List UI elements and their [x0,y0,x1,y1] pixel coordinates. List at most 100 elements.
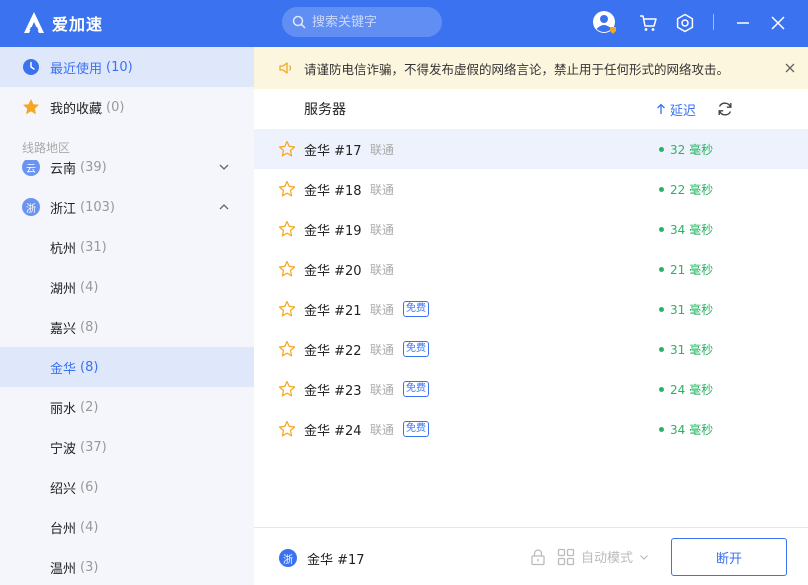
server-latency: 31 毫秒 [659,301,713,318]
status-dot [659,426,664,432]
latency-value: 21 毫秒 [670,262,714,277]
disconnect-button[interactable]: 断开 [671,538,787,576]
sidebar-item-label: 最近使用 [50,61,103,77]
clock-icon [23,59,39,75]
sort-by-latency-button[interactable]: 延迟 [656,100,696,119]
sidebar-item-city[interactable]: 绍兴 (6) [0,467,254,507]
server-row[interactable]: 金华 #22 联通 免费 31 毫秒 [254,329,808,369]
server-isp: 联通 [370,222,395,237]
sidebar-item-label: 浙江 [50,201,77,217]
server-row[interactable]: 金华 #23 联通 免费 24 毫秒 [254,369,808,409]
status-dot [659,146,664,152]
free-badge: 免费 [403,341,429,357]
app-logo: 爱加速 [22,11,103,35]
close-icon [785,63,795,73]
server-name: 金华 #21 [304,303,362,319]
sidebar-item-label: 杭州 [50,241,77,257]
cart-button[interactable] [635,10,661,36]
status-dot [659,306,664,312]
server-latency: 24 毫秒 [659,381,713,398]
sidebar-item-city[interactable]: 宁波 (37) [0,427,254,467]
status-dot [659,266,664,272]
server-row[interactable]: 金华 #19 联通 34 毫秒 [254,209,808,249]
server-latency: 31 毫秒 [659,341,713,358]
status-dot [659,186,664,192]
sidebar-item-label: 云南 [50,161,77,177]
server-row[interactable]: 金华 #17 联通 32 毫秒 [254,129,808,169]
title-bar-divider [713,14,714,30]
sidebar-item-label: 我的收藏 [50,101,103,117]
sidebar-item-city[interactable]: 台州 (4) [0,507,254,547]
latency-value: 24 毫秒 [670,382,714,397]
sidebar-item-city[interactable]: 杭州 (31) [0,227,254,267]
sidebar-item-city[interactable]: 丽水 (2) [0,387,254,427]
star-outline-icon[interactable] [278,140,296,158]
server-name: 金华 #23 [304,383,362,399]
mode-selector[interactable]: 自动模式 [557,547,649,566]
server-latency: 21 毫秒 [659,261,713,278]
sidebar-item-city[interactable]: 嘉兴 (8) [0,307,254,347]
sidebar-item-province-zhejiang[interactable]: 浙 浙江 (103) [0,187,254,227]
sidebar-item-label: 金华 [50,361,77,377]
lock-icon[interactable] [529,548,547,566]
close-button[interactable] [765,10,791,36]
user-avatar-icon [593,11,616,34]
sidebar-item-count: (2) [80,399,99,415]
sidebar-item-count: (103) [80,199,115,215]
sidebar-item-city[interactable]: 温州 (3) [0,547,254,585]
logo-icon [24,12,44,33]
sidebar-item-label: 绍兴 [50,481,77,497]
sidebar-item-city[interactable]: 湖州 (4) [0,267,254,307]
province-badge: 云 [22,160,40,176]
title-bar: 爱加速 [0,0,808,47]
notice-banner: 请谨防电信诈骗，不得发布虚假的网络言论，禁止用于任何形式的网络攻击。 [254,47,808,89]
notice-close-button[interactable] [782,60,798,76]
close-icon [771,16,785,30]
server-name: 金华 #17 [304,143,362,159]
server-isp: 联通 [370,262,395,277]
speaker-icon [279,62,292,74]
star-outline-icon[interactable] [278,180,296,198]
server-name: 金华 #24 [304,423,362,439]
server-name: 金华 #20 [304,263,362,279]
star-outline-icon[interactable] [278,300,296,318]
sidebar-item-count: (4) [80,519,99,535]
settings-button[interactable] [672,10,698,36]
server-name: 金华 #19 [304,223,362,239]
section-title: 线路地区 [22,141,71,155]
minimize-icon [737,22,749,24]
sidebar-item-label: 宁波 [50,441,77,457]
server-row[interactable]: 金华 #20 联通 21 毫秒 [254,249,808,289]
cart-icon [640,15,657,31]
server-row[interactable]: 金华 #24 联通 免费 34 毫秒 [254,409,808,449]
minimize-button[interactable] [730,10,756,36]
server-row[interactable]: 金华 #18 联通 22 毫秒 [254,169,808,209]
sidebar-item-city-selected[interactable]: 金华 (8) [0,347,254,387]
star-outline-icon[interactable] [278,420,296,438]
notice-text: 请谨防电信诈骗，不得发布虚假的网络言论，禁止用于任何形式的网络攻击。 [304,61,730,77]
star-outline-icon[interactable] [278,340,296,358]
grid-icon [557,548,575,565]
star-outline-icon[interactable] [278,380,296,398]
sidebar-item-label: 温州 [50,561,77,577]
sidebar-item-favorites[interactable]: 我的收藏 (0) [0,87,254,127]
refresh-icon[interactable] [716,100,734,118]
sidebar-item-count: (3) [80,559,99,575]
search-input[interactable] [312,14,432,30]
sidebar-item-count: (10) [106,59,133,75]
server-list-header: 服务器 延迟 [254,89,808,129]
star-outline-icon[interactable] [278,260,296,278]
server-latency: 22 毫秒 [659,181,713,198]
user-avatar-button[interactable] [592,10,618,36]
sidebar-item-recent[interactable]: 最近使用 (10) [0,47,254,87]
sidebar-item-count: (6) [80,479,99,495]
app-name: 爱加速 [52,15,104,34]
server-isp: 联通 [370,142,395,157]
star-outline-icon[interactable] [278,220,296,238]
free-badge: 免费 [403,381,429,397]
server-latency: 32 毫秒 [659,141,713,158]
sidebar-item-count: (39) [80,159,107,175]
province-badge: 浙 [279,549,297,567]
server-row[interactable]: 金华 #21 联通 免费 31 毫秒 [254,289,808,329]
search-box[interactable] [282,7,442,37]
